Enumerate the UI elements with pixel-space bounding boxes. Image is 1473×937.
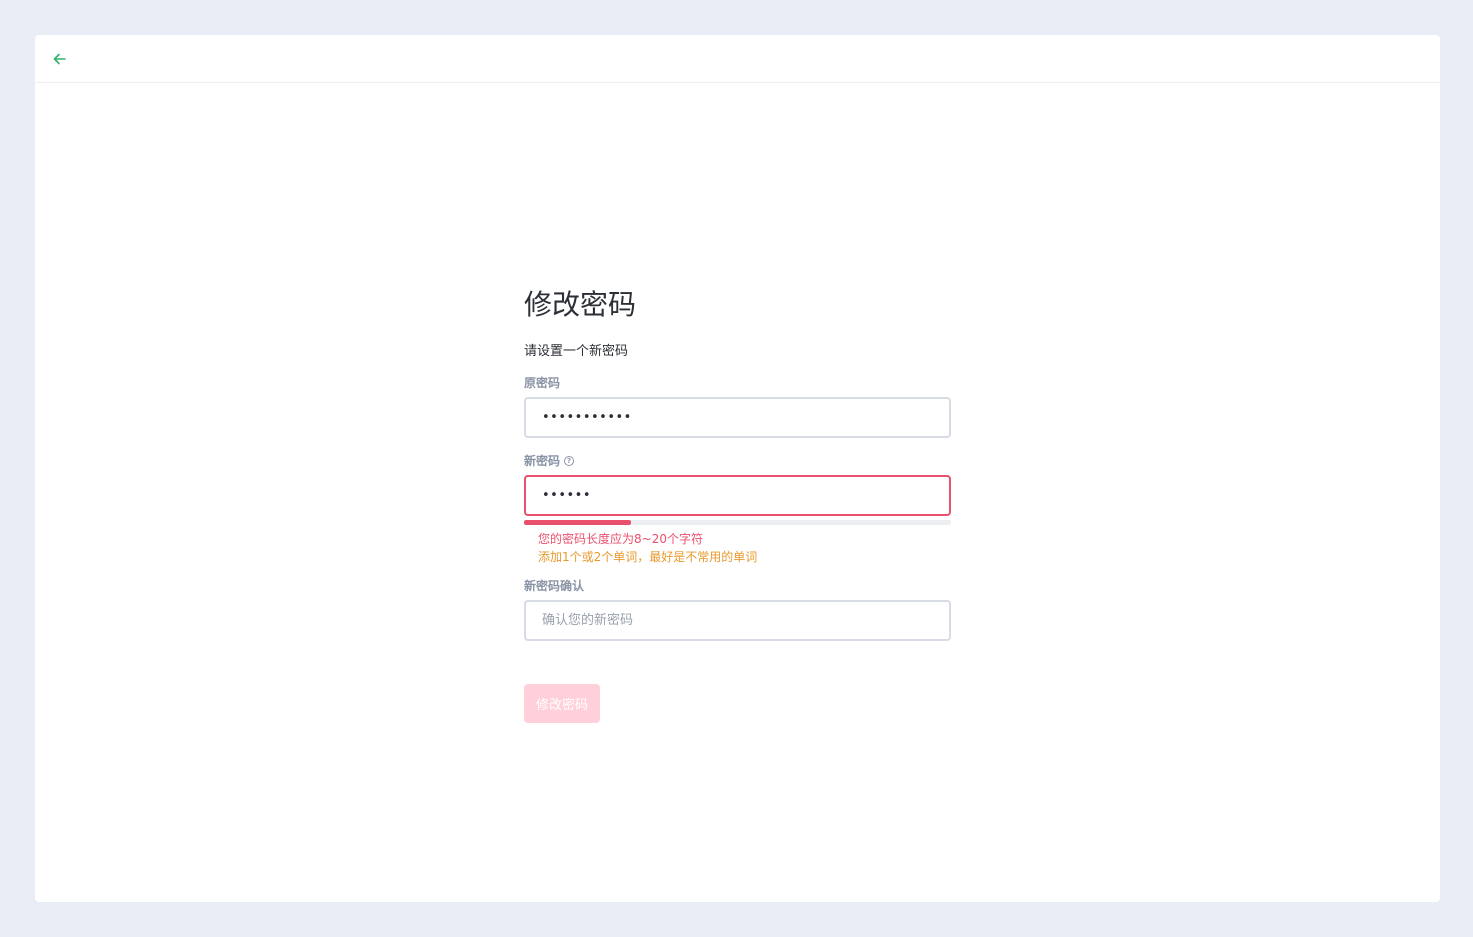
new-password-label: 新密码 ? (524, 453, 951, 469)
page-subtitle: 请设置一个新密码 (524, 344, 629, 359)
card-header (35, 35, 1440, 83)
change-password-form: 修改密码 请设置一个新密码 原密码 新密码 ? 您的密码长度应为8~20个字符 … (524, 285, 951, 723)
confirm-password-label-text: 新密码确认 (524, 579, 585, 593)
question-circle-icon[interactable]: ? (564, 456, 575, 466)
password-length-error: 您的密码长度应为8~20个字符 (538, 532, 703, 546)
page-title: 修改密码 (524, 288, 637, 321)
password-strength-meter (524, 520, 951, 525)
old-password-field[interactable] (524, 397, 951, 438)
confirm-password-field[interactable] (524, 600, 951, 641)
arrow-left-icon[interactable] (51, 51, 67, 67)
main-card: 修改密码 请设置一个新密码 原密码 新密码 ? 您的密码长度应为8~20个字符 … (35, 35, 1440, 902)
password-strength-fill (524, 520, 631, 525)
confirm-password-label: 新密码确认 (524, 578, 951, 594)
password-word-suggestion: 添加1个或2个单词，最好是不常用的单词 (538, 550, 758, 564)
change-password-button[interactable]: 修改密码 (524, 684, 601, 723)
old-password-label-text: 原密码 (524, 376, 561, 390)
old-password-label: 原密码 (524, 375, 951, 391)
new-password-field[interactable] (524, 475, 951, 516)
new-password-label-text: 新密码 (524, 454, 561, 468)
